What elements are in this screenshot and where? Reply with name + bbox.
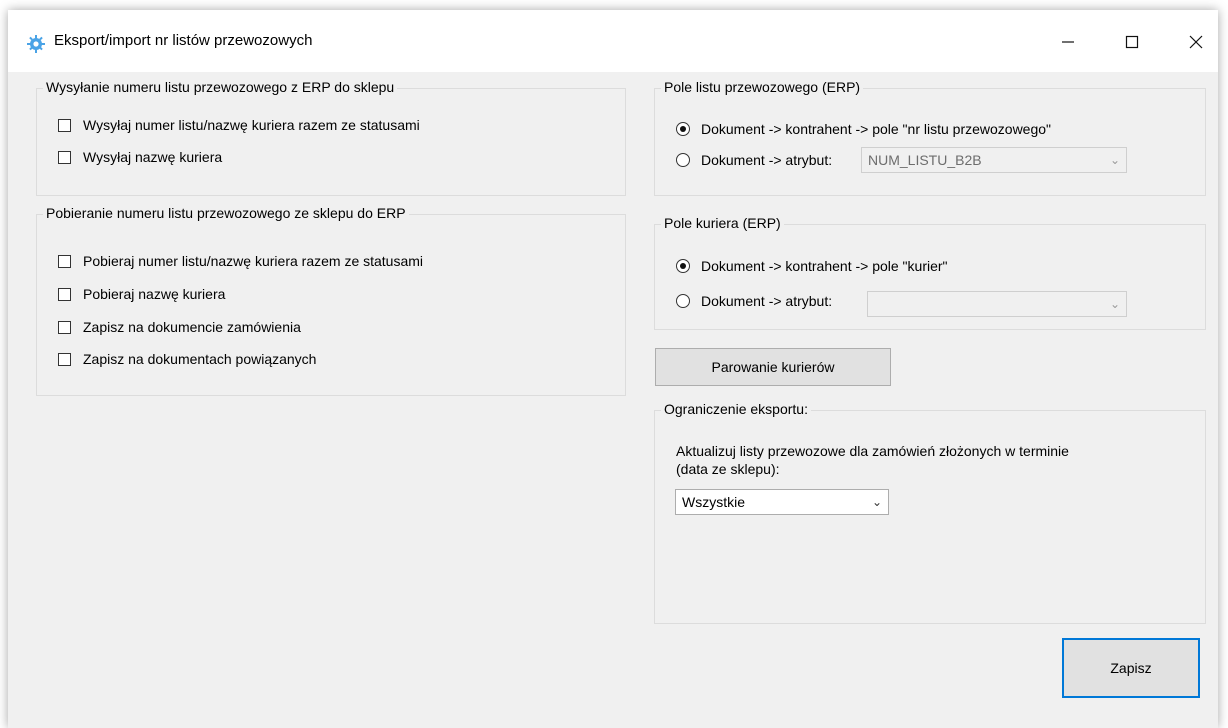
checkbox-box[interactable]: [58, 118, 71, 132]
checkbox-fetch-courier-name[interactable]: Pobieraj nazwę kuriera: [58, 286, 225, 302]
checkbox-label: Wysyłaj numer listu/nazwę kuriera razem …: [83, 117, 420, 133]
group-title: Pole listu przewozowego (ERP): [661, 79, 864, 95]
checkbox-label: Zapisz na dokumencie zamówienia: [83, 319, 301, 335]
send-waybill-group: Wysyłanie numeru listu przewozowego z ER…: [36, 79, 626, 196]
group-title: Wysyłanie numeru listu przewozowego z ER…: [43, 79, 398, 95]
radio-button[interactable]: [676, 294, 690, 308]
waybill-attribute-select[interactable]: NUM_LISTU_B2B ⌄: [861, 147, 1127, 173]
button-label: Parowanie kurierów: [711, 359, 835, 375]
close-icon: [1189, 35, 1203, 49]
minimize-icon: [1062, 41, 1074, 43]
save-button[interactable]: Zapisz: [1062, 638, 1200, 698]
checkbox-box[interactable]: [58, 287, 71, 301]
export-limit-description: Aktualizuj listy przewozowe dla zamówień…: [676, 443, 1069, 459]
checkbox-label: Zapisz na dokumentach powiązanych: [83, 351, 317, 367]
window-title: Eksport/import nr listów przewozowych: [54, 32, 313, 49]
radio-waybill-attribute[interactable]: Dokument -> atrybut:: [676, 152, 832, 168]
waybill-field-group: Pole listu przewozowego (ERP) Dokument -…: [654, 79, 1206, 196]
checkbox-label: Pobieraj nazwę kuriera: [83, 286, 226, 302]
checkbox-save-on-order[interactable]: Zapisz na dokumencie zamówienia: [58, 319, 301, 335]
checkbox-box[interactable]: [58, 320, 71, 334]
checkbox-fetch-with-statuses[interactable]: Pobieraj numer listu/nazwę kuriera razem…: [58, 253, 423, 269]
radio-button[interactable]: [676, 259, 690, 273]
checkbox-label: Pobieraj numer listu/nazwę kuriera razem…: [83, 253, 424, 269]
maximize-icon: [1125, 35, 1139, 49]
group-title: Pole kuriera (ERP): [661, 215, 784, 231]
export-limit-group: Ograniczenie eksportu: Aktualizuj listy …: [654, 401, 1206, 624]
checkbox-send-with-statuses[interactable]: Wysyłaj numer listu/nazwę kuriera razem …: [58, 117, 420, 133]
date-range-select[interactable]: Wszystkie ⌄: [675, 489, 889, 515]
chevron-down-icon: ⌄: [1109, 153, 1121, 167]
radio-label: Dokument -> kontrahent -> pole "nr listu…: [701, 121, 1052, 137]
minimize-button[interactable]: [1048, 28, 1088, 56]
radio-button[interactable]: [676, 153, 690, 167]
radio-waybill-contractor-field[interactable]: Dokument -> kontrahent -> pole "nr listu…: [676, 121, 1051, 137]
checkbox-label: Wysyłaj nazwę kuriera: [83, 149, 223, 165]
group-title: Pobieranie numeru listu przewozowego ze …: [43, 205, 409, 221]
maximize-button[interactable]: [1112, 28, 1152, 56]
radio-courier-contractor-field[interactable]: Dokument -> kontrahent -> pole "kurier": [676, 258, 948, 274]
chevron-down-icon: ⌄: [871, 495, 883, 509]
title-bar: Eksport/import nr listów przewozowych: [8, 10, 1218, 72]
courier-pairing-button[interactable]: Parowanie kurierów: [655, 348, 891, 386]
close-button[interactable]: [1176, 28, 1216, 56]
checkbox-box[interactable]: [58, 352, 71, 366]
gear-icon: [27, 35, 45, 53]
checkbox-box[interactable]: [58, 150, 71, 164]
chevron-down-icon: ⌄: [1109, 297, 1121, 311]
checkbox-send-courier-name[interactable]: Wysyłaj nazwę kuriera: [58, 149, 222, 165]
radio-button[interactable]: [676, 122, 690, 136]
radio-label: Dokument -> atrybut:: [701, 152, 833, 168]
button-label: Zapisz: [1110, 660, 1152, 676]
radio-label: Dokument -> atrybut:: [701, 293, 833, 309]
courier-attribute-select[interactable]: ⌄: [867, 291, 1127, 317]
select-value: NUM_LISTU_B2B: [868, 152, 982, 168]
radio-label: Dokument -> kontrahent -> pole "kurier": [701, 258, 948, 274]
checkbox-save-on-related[interactable]: Zapisz na dokumentach powiązanych: [58, 351, 316, 367]
dialog-window: Eksport/import nr listów przewozowych Wy…: [8, 10, 1218, 728]
checkbox-box[interactable]: [58, 254, 71, 268]
select-value: Wszystkie: [682, 494, 745, 510]
fetch-waybill-group: Pobieranie numeru listu przewozowego ze …: [36, 205, 626, 396]
courier-field-group: Pole kuriera (ERP) Dokument -> kontrahen…: [654, 215, 1206, 330]
group-title: Ograniczenie eksportu:: [661, 401, 811, 417]
radio-courier-attribute[interactable]: Dokument -> atrybut:: [676, 293, 832, 309]
export-limit-description-2: (data ze sklepu):: [676, 461, 780, 477]
